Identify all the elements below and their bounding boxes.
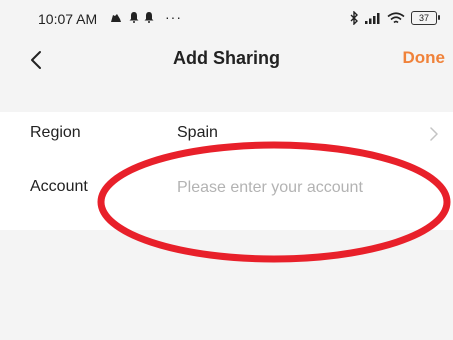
status-system-icons: 37 <box>350 9 440 27</box>
sharing-form: Region Spain Account <box>0 112 453 230</box>
cloud-icon <box>111 14 121 22</box>
status-time: 10:07 AM <box>38 11 98 27</box>
chevron-left-icon <box>31 51 41 69</box>
battery-icon: 37 <box>411 11 440 25</box>
region-row[interactable]: Region Spain <box>0 112 453 156</box>
wifi-icon <box>387 11 405 23</box>
nav-bar: Add Sharing Done <box>0 36 453 84</box>
page-title: Add Sharing <box>173 48 280 68</box>
chevron-right-icon <box>430 127 438 141</box>
done-button[interactable]: Done <box>403 48 446 68</box>
region-value: Spain <box>177 124 218 141</box>
account-input[interactable] <box>177 172 427 204</box>
more-notifications-dots: ··· <box>165 9 182 25</box>
status-bar: 10:07 AM ··· 37 <box>0 0 453 36</box>
bluetooth-icon <box>350 11 358 25</box>
battery-level: 37 <box>418 12 429 23</box>
account-row: Account <box>0 166 453 210</box>
status-notification-icons: ··· <box>108 9 182 25</box>
region-label: Region <box>30 124 81 141</box>
account-label: Account <box>30 178 88 195</box>
back-button[interactable] <box>22 46 50 74</box>
bell-icon <box>144 12 154 23</box>
signal-icon <box>365 13 380 24</box>
bell-icon <box>129 12 139 23</box>
